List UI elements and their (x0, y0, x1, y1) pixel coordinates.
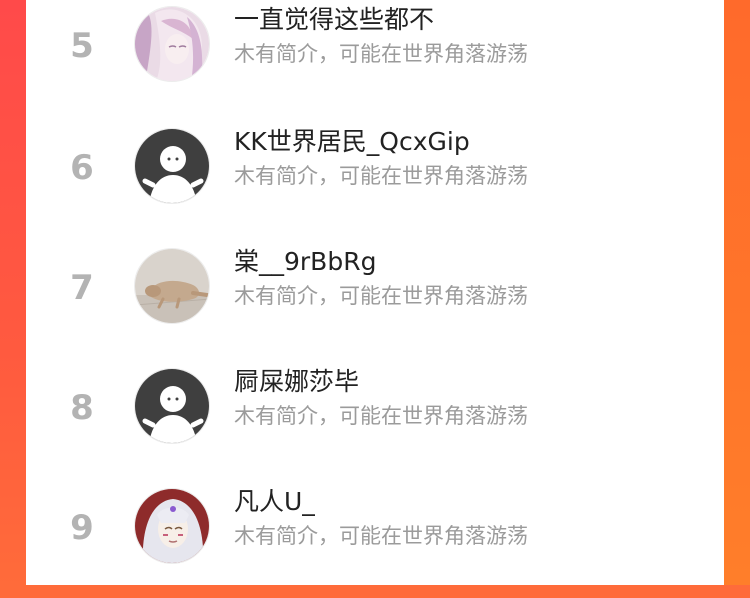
rank-number: 8 (70, 388, 94, 428)
rank-number: 5 (70, 26, 94, 66)
rank-number: 6 (70, 148, 94, 188)
username[interactable]: 屙屎娜莎毕 (234, 366, 359, 398)
username[interactable]: KK世界居民_QcxGip (234, 126, 470, 158)
avatar[interactable] (134, 488, 210, 564)
list-item[interactable]: 6 KK世界居民_QcxGip 木有简介，可能在世界角落游荡 (26, 120, 724, 238)
list-item[interactable]: 8 屙屎娜莎毕 木有简介，可能在世界角落游荡 (26, 360, 724, 478)
default-avatar-icon (135, 369, 209, 443)
left-gradient-border (0, 0, 26, 585)
ranking-list: 5 一直觉得这些都不 木有简介，可能在世界角落游荡 6 KK世界居民_QcxGi… (26, 0, 724, 585)
user-bio: 木有简介，可能在世界角落游荡 (234, 164, 528, 188)
cat-photo-icon (135, 249, 209, 323)
anime-portrait-pink-icon (135, 7, 209, 81)
default-avatar-icon (135, 129, 209, 203)
username[interactable]: 一直觉得这些都不 (234, 4, 434, 36)
rank-number: 7 (70, 268, 94, 308)
list-item[interactable]: 9 凡人U_ 木有简介，可能在世界角落游荡 (26, 480, 724, 598)
avatar[interactable] (134, 368, 210, 444)
anime-portrait-white-hair-icon (135, 489, 209, 563)
rank-number: 9 (70, 508, 94, 548)
user-bio: 木有简介，可能在世界角落游荡 (234, 284, 528, 308)
avatar[interactable] (134, 248, 210, 324)
avatar[interactable] (134, 128, 210, 204)
user-bio: 木有简介，可能在世界角落游荡 (234, 404, 528, 428)
list-item[interactable]: 7 棠__9rBbRg 木有简介，可能在世界角落游荡 (26, 240, 724, 358)
username[interactable]: 凡人U_ (234, 486, 315, 518)
avatar[interactable] (134, 6, 210, 82)
user-bio: 木有简介，可能在世界角落游荡 (234, 42, 528, 66)
user-bio: 木有简介，可能在世界角落游荡 (234, 524, 528, 548)
username[interactable]: 棠__9rBbRg (234, 246, 376, 278)
right-gradient-border (724, 0, 750, 585)
list-item[interactable]: 5 一直觉得这些都不 木有简介，可能在世界角落游荡 (26, 0, 724, 116)
